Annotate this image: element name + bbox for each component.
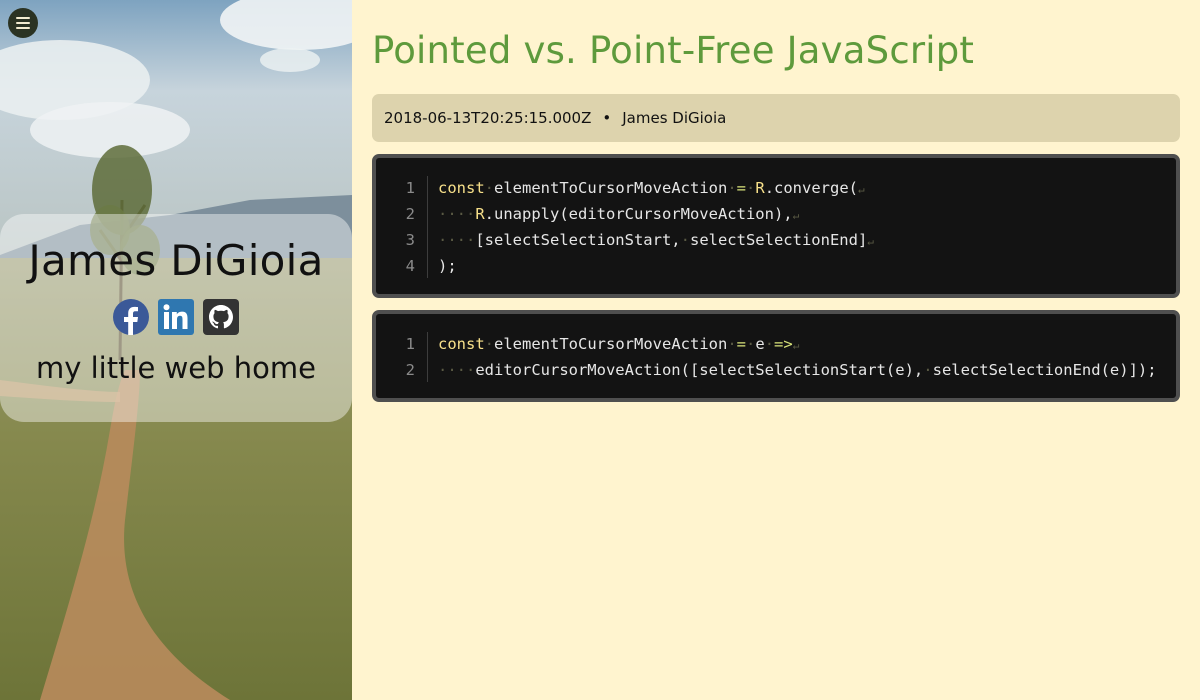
code-token: = [736, 335, 746, 353]
code-text: ····[selectSelectionStart,·selectSelecti… [428, 228, 874, 254]
code-token: selectSelectionEnd(e)]); [932, 361, 1157, 379]
code-token: const [438, 335, 485, 353]
code-token: · [484, 335, 495, 353]
line-number: 2 [376, 202, 428, 228]
code-token: => [774, 335, 793, 353]
post-date: 2018-06-13T20:25:15.000Z [384, 109, 592, 127]
code-token: · [746, 179, 756, 197]
code-text: ····R.unapply(editorCursorMoveAction),↵ [428, 202, 799, 228]
code-blocks: 1 const·elementToCursorMoveAction·=·R.con… [372, 154, 1180, 402]
code-token: editorCursorMoveAction([selectSelectionS… [475, 361, 924, 379]
main-content: Pointed vs. Point-Free JavaScript 2018-0… [372, 0, 1180, 402]
code-block[interactable]: 1 const·elementToCursorMoveAction·=·e·=>↵… [372, 310, 1180, 402]
code-token: ↵ [792, 339, 800, 352]
code-token: · [764, 335, 775, 353]
code-token: const [438, 179, 485, 197]
code-token: · [727, 179, 737, 197]
code-token: ↵ [858, 183, 865, 196]
sidebar: James DiGioia my little web home [0, 0, 352, 700]
line-number: 4 [376, 254, 428, 278]
line-number: 1 [376, 332, 428, 358]
code-line: 1 const·elementToCursorMoveAction·=·R.con… [376, 176, 1176, 202]
linkedin-icon[interactable] [158, 299, 194, 335]
code-token: · [484, 179, 495, 197]
code-token: R [755, 179, 765, 197]
code-token: ); [438, 257, 457, 275]
code-token: [selectSelectionStart, [475, 231, 681, 249]
code-token: selectSelectionEnd] [689, 231, 868, 249]
code-token: ↵ [792, 209, 800, 222]
code-line: 2 ····R.unapply(editorCursorMoveAction),↵ [376, 202, 1176, 228]
hamburger-bar [16, 27, 30, 29]
code-line: 3 ····[selectSelectionStart,·selectSelect… [376, 228, 1176, 254]
code-token: ···· [438, 231, 476, 249]
code-text: const·elementToCursorMoveAction·=·R.conv… [428, 176, 865, 202]
code-text: const·elementToCursorMoveAction·=·e·=>↵ [428, 332, 799, 358]
post-author[interactable]: James DiGioia [622, 109, 726, 127]
code-token: ···· [438, 205, 476, 223]
site-tagline: my little web home [35, 351, 316, 385]
line-number: 2 [376, 358, 428, 382]
code-text: ····editorCursorMoveAction([selectSelect… [428, 358, 1157, 382]
code-token: ↵ [867, 235, 874, 248]
meta-separator: • [602, 109, 612, 127]
code-token: elementToCursorMoveAction [494, 179, 728, 197]
code-line: 4); [376, 254, 1176, 278]
line-number: 1 [376, 176, 428, 202]
code-line: 2 ····editorCursorMoveAction([selectSelec… [376, 358, 1176, 382]
menu-button[interactable] [8, 8, 38, 38]
profile-card: James DiGioia my little web home [0, 214, 352, 422]
social-links [113, 299, 239, 335]
code-token: R [475, 205, 485, 223]
code-token: e [755, 335, 765, 353]
code-token: elementToCursorMoveAction [494, 335, 728, 353]
code-token: · [746, 335, 756, 353]
site-owner-name[interactable]: James DiGioia [28, 236, 323, 285]
post-title: Pointed vs. Point-Free JavaScript [372, 29, 975, 72]
code-token: · [680, 231, 690, 249]
code-token: ···· [438, 361, 476, 379]
code-block[interactable]: 1 const·elementToCursorMoveAction·=·R.con… [372, 154, 1180, 298]
post-meta: 2018-06-13T20:25:15.000Z • James DiGioia [372, 94, 1180, 142]
code-text: ); [428, 254, 457, 278]
code-line: 1 const·elementToCursorMoveAction·=·e·=>↵ [376, 332, 1176, 358]
code-token: .unapply(editorCursorMoveAction), [484, 205, 793, 223]
line-number: 3 [376, 228, 428, 254]
hamburger-bar [16, 17, 30, 19]
facebook-icon[interactable] [113, 299, 149, 335]
code-token: · [923, 361, 933, 379]
hamburger-bar [16, 22, 30, 24]
github-icon[interactable] [203, 299, 239, 335]
code-token: = [736, 179, 746, 197]
code-token: · [727, 335, 737, 353]
code-token: .converge( [764, 179, 859, 197]
